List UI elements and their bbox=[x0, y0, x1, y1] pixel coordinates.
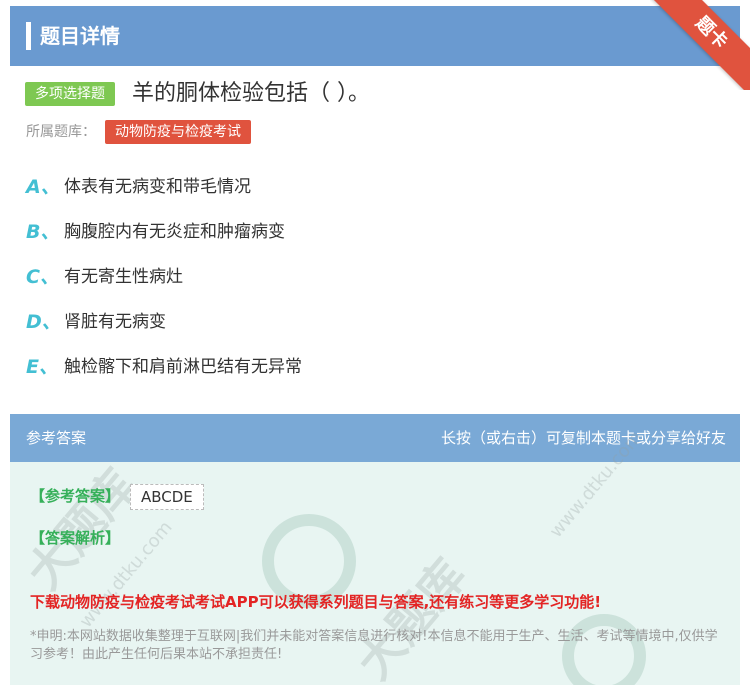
analysis-label: 【答案解析】 bbox=[30, 529, 121, 547]
question-bank-tag[interactable]: 动物防疫与检疫考试 bbox=[105, 120, 251, 144]
option-letter: C、 bbox=[26, 266, 59, 288]
option-text: 体表有无病变和带毛情况 bbox=[64, 177, 251, 197]
question-type-tag: 多项选择题 bbox=[25, 82, 115, 106]
option-letter: E、 bbox=[26, 356, 58, 378]
option-text: 胸腹腔内有无炎症和肿瘤病变 bbox=[64, 222, 285, 242]
question-text: 羊的胴体检验包括（ ）。 bbox=[132, 81, 370, 106]
option-letter: A、 bbox=[26, 176, 60, 198]
option-text: 有无寄生性病灶 bbox=[64, 267, 183, 287]
header-title: 题目详情 bbox=[40, 24, 120, 48]
share-hint: 长按（或右击）可复制本题卡或分享给好友 bbox=[440, 429, 726, 447]
answer-header: 参考答案 长按（或右击）可复制本题卡或分享给好友 bbox=[10, 414, 740, 462]
answer-value[interactable]: ABCDE bbox=[130, 484, 204, 510]
option-letter: D、 bbox=[26, 311, 61, 333]
app-download-link[interactable]: 下载动物防疫与检疫考试考试APP可以获得系列题目与答案,还有练习等更多学习功能! bbox=[30, 590, 601, 614]
corner-ribbon: 题卡 bbox=[650, 0, 750, 90]
answer-label: 【参考答案】 bbox=[30, 487, 121, 505]
option-letter: B、 bbox=[26, 221, 60, 243]
card-header: 题目详情 bbox=[10, 6, 740, 66]
option-text: 触检髂下和肩前淋巴结有无异常 bbox=[64, 357, 302, 377]
disclaimer-text: *申明:本网站数据收集整理于互联网|我们并未能对答案信息进行核对!本信息不能用于… bbox=[30, 629, 718, 662]
question-bank-label: 所属题库： bbox=[26, 124, 96, 140]
answer-section: 参考答案 长按（或右击）可复制本题卡或分享给好友 大题库 大题库 www.dtk… bbox=[10, 414, 740, 685]
option-text: 肾脏有无病变 bbox=[64, 312, 166, 332]
header-accent-bar bbox=[26, 22, 31, 50]
corner-ribbon-label: 题卡 bbox=[650, 0, 750, 90]
answer-section-title: 参考答案 bbox=[26, 429, 87, 447]
